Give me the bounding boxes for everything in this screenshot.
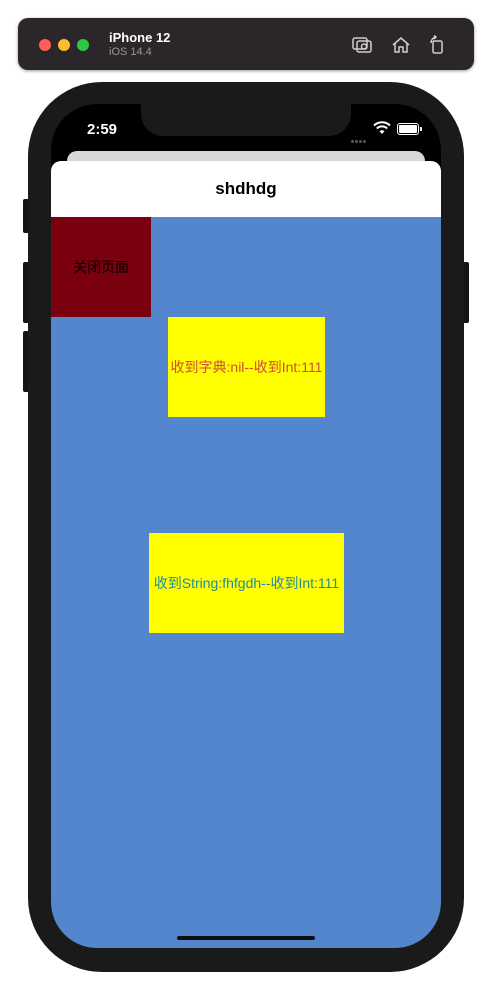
close-page-button[interactable]: 关闭页面 [51,217,151,317]
cellular-dots-icon [351,130,369,143]
dict-result-label: 收到字典:nil--收到Int:111 [168,317,325,417]
window-zoom-button[interactable] [77,39,89,51]
phone-screen: 2:59 shdhdg 关闭页面 收到字典:nil--收到Int:111 收到S… [51,104,441,948]
battery-icon [397,123,422,135]
page-title: shdhdg [215,179,277,198]
window-close-button[interactable] [39,39,51,51]
string-result-label: 收到String:fhfgdh--收到Int:111 [149,533,344,633]
os-version: iOS 14.4 [109,46,152,58]
notch [141,104,351,136]
wifi-icon [373,121,391,134]
status-icons [351,121,423,143]
main-content: 关闭页面 收到字典:nil--收到Int:111 收到String:fhfgdh… [51,217,441,948]
simulator-toolbar: iPhone 12 iOS 14.4 [18,18,474,70]
home-icon[interactable] [390,34,412,56]
status-time: 2:59 [87,121,118,138]
navigation-bar: shdhdg [51,161,441,217]
window-minimize-button[interactable] [58,39,70,51]
home-indicator[interactable] [177,936,315,940]
rotate-icon[interactable] [426,34,448,56]
screenshot-icon[interactable] [351,34,373,56]
device-name: iPhone 12 [109,30,171,45]
